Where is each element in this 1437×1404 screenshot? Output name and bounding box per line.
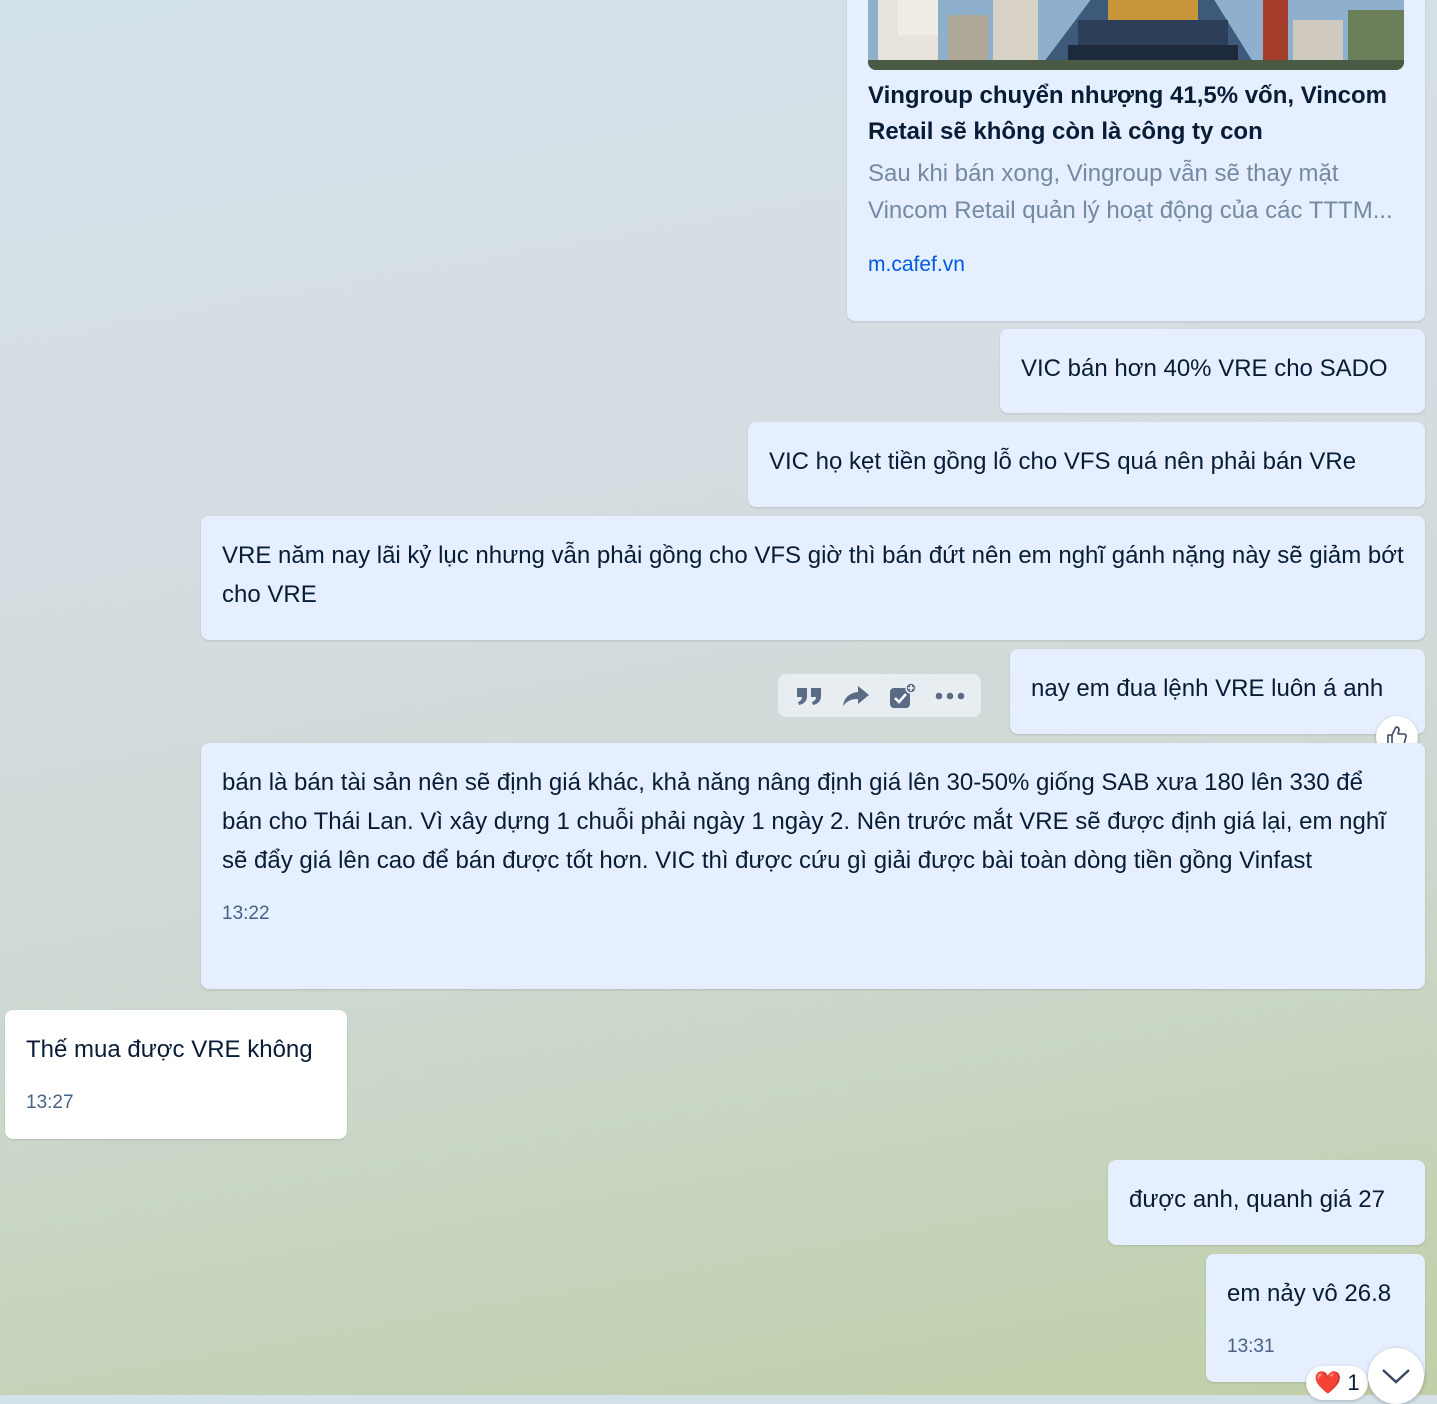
message-text: em nảy vô 26.8 [1227,1280,1392,1307]
message-bubble[interactable]: được anh, quanh giá 27 [1108,1160,1425,1245]
message-text: bán là bán tài sản nên sẽ định giá khác,… [222,769,1386,874]
message-timestamp: 13:22 [222,903,270,924]
message-bubble[interactable]: VRE năm nay lãi kỷ lục nhưng vẫn phải gồ… [201,516,1425,640]
link-preview-desc-line1: Sau khi bán xong, Vingroup vẫn sẽ thay m… [868,160,1339,187]
link-preview-card[interactable]: Vingroup chuyển nhượng 41,5% vốn, Vincom… [847,0,1425,321]
link-preview-title[interactable]: Vingroup chuyển nhượng 41,5% vốn, Vincom… [868,78,1408,150]
forward-icon[interactable] [840,680,872,712]
message-bubble[interactable]: nay em đua lệnh VRE luôn á anh [1010,649,1425,734]
message-text: VIC bán hơn 40% VRE cho SADO [1021,355,1388,382]
message-text: Thế mua được VRE không [26,1036,313,1063]
message-text: VRE năm nay lãi kỷ lục nhưng vẫn phải gồ… [222,542,1404,608]
message-action-toolbar [778,674,981,717]
scroll-to-bottom-button[interactable] [1368,1348,1424,1404]
reaction-count: 1 [1347,1370,1360,1395]
message-text: được anh, quanh giá 27 [1129,1186,1385,1213]
more-icon[interactable] [934,680,966,712]
chevron-down-icon [1382,1369,1410,1384]
message-bubble[interactable]: VIC họ kẹt tiền gồng lỗ cho VFS quá nên … [748,422,1425,507]
quote-icon[interactable] [793,680,825,712]
message-bubble-incoming[interactable]: Thế mua được VRE không 13:27 [5,1010,347,1139]
message-text: nay em đua lệnh VRE luôn á anh [1031,675,1384,702]
link-preview-desc-line2: Vincom Retail quản lý hoạt động của các … [868,197,1393,224]
message-timestamp: 13:27 [26,1092,74,1113]
link-preview-domain[interactable]: m.cafef.vn [868,245,965,284]
add-task-icon[interactable] [887,680,919,712]
heart-icon: ❤️ [1314,1370,1342,1395]
message-bubble[interactable]: VIC bán hơn 40% VRE cho SADO [1000,329,1425,413]
link-preview-description: Sau khi bán xong, Vingroup vẫn sẽ thay m… [868,155,1408,229]
message-text: VIC họ kẹt tiền gồng lỗ cho VFS quá nên … [769,448,1357,475]
message-bubble[interactable]: bán là bán tài sản nên sẽ định giá khác,… [201,743,1425,989]
link-preview-thumbnail [868,0,1404,70]
